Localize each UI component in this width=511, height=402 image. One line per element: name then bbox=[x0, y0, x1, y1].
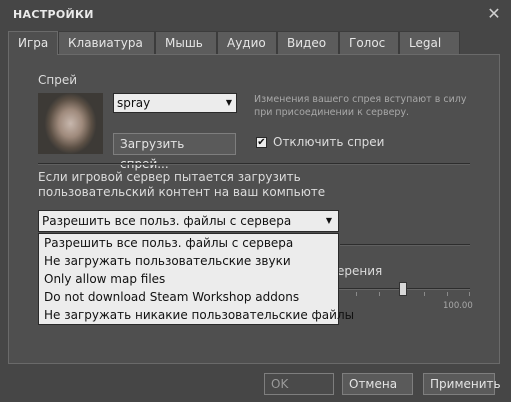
spray-preview-image bbox=[38, 93, 103, 154]
slider-tick bbox=[447, 292, 448, 296]
slider-tick bbox=[379, 292, 380, 296]
download-filter-dropdown: Разрешить все польз. файлы с сервера Не … bbox=[38, 233, 354, 325]
tab-legal[interactable]: Legal bbox=[399, 31, 460, 54]
tab-game[interactable]: Игра bbox=[8, 31, 58, 55]
slider-label: ерения bbox=[337, 264, 383, 278]
slider-tick bbox=[469, 292, 470, 296]
divider bbox=[38, 163, 470, 165]
dropdown-option[interactable]: Разрешить все польз. файлы с сервера bbox=[39, 234, 338, 252]
dropdown-option[interactable]: Do not download Steam Workshop addons bbox=[39, 288, 338, 306]
close-icon[interactable]: ✕ bbox=[485, 5, 503, 23]
cancel-button[interactable]: Отмена bbox=[342, 373, 413, 395]
ok-button[interactable]: OK bbox=[264, 373, 334, 395]
spray-select-value: spray bbox=[117, 96, 151, 110]
upload-spray-button[interactable]: Загрузить спрей... bbox=[113, 133, 236, 171]
apply-button[interactable]: Применить bbox=[423, 373, 501, 395]
download-filter-value: Разрешить все польз. файлы с сервера bbox=[42, 214, 292, 228]
dropdown-option[interactable]: Не загружать пользовательские звуки bbox=[39, 252, 338, 270]
spray-info-line-2: при присоединении к серверу. bbox=[254, 107, 410, 118]
disable-sprays-label: Отключить спреи bbox=[273, 135, 385, 149]
dropdown-option[interactable]: Only allow map files bbox=[39, 270, 338, 288]
disable-sprays-checkbox[interactable]: ✔ bbox=[256, 137, 267, 148]
tab-video[interactable]: Видео bbox=[277, 31, 339, 54]
divider bbox=[340, 244, 470, 246]
tab-mouse[interactable]: Мышь bbox=[155, 31, 217, 54]
tab-audio[interactable]: Аудио bbox=[217, 31, 277, 54]
tab-keyboard[interactable]: Клавиатура bbox=[58, 31, 155, 54]
chevron-down-icon: ▼ bbox=[325, 216, 332, 225]
spray-section-label: Спрей bbox=[38, 73, 78, 87]
slider-tick bbox=[356, 292, 357, 296]
dropdown-option[interactable]: Не загружать никакие пользовательские фа… bbox=[39, 306, 354, 324]
download-filter-select[interactable]: Разрешить все польз. файлы с сервера ▼ bbox=[38, 210, 339, 232]
slider-tick bbox=[424, 292, 425, 296]
slider-max-label: 100.00 bbox=[443, 301, 473, 311]
download-question-line-2: пользовательский контент на ваш компьюте bbox=[38, 185, 326, 199]
window-title: НАСТРОЙКИ bbox=[13, 8, 94, 21]
download-question-line-1: Если игровой сервер пытается загрузить bbox=[38, 170, 301, 184]
chevron-down-icon: ▼ bbox=[225, 98, 232, 107]
tab-voice[interactable]: Голос bbox=[339, 31, 399, 54]
spray-select[interactable]: spray ▼ bbox=[113, 93, 237, 113]
slider-handle[interactable] bbox=[399, 282, 407, 296]
spray-info-line-1: Изменения вашего спрея вступают в силу bbox=[254, 94, 467, 105]
